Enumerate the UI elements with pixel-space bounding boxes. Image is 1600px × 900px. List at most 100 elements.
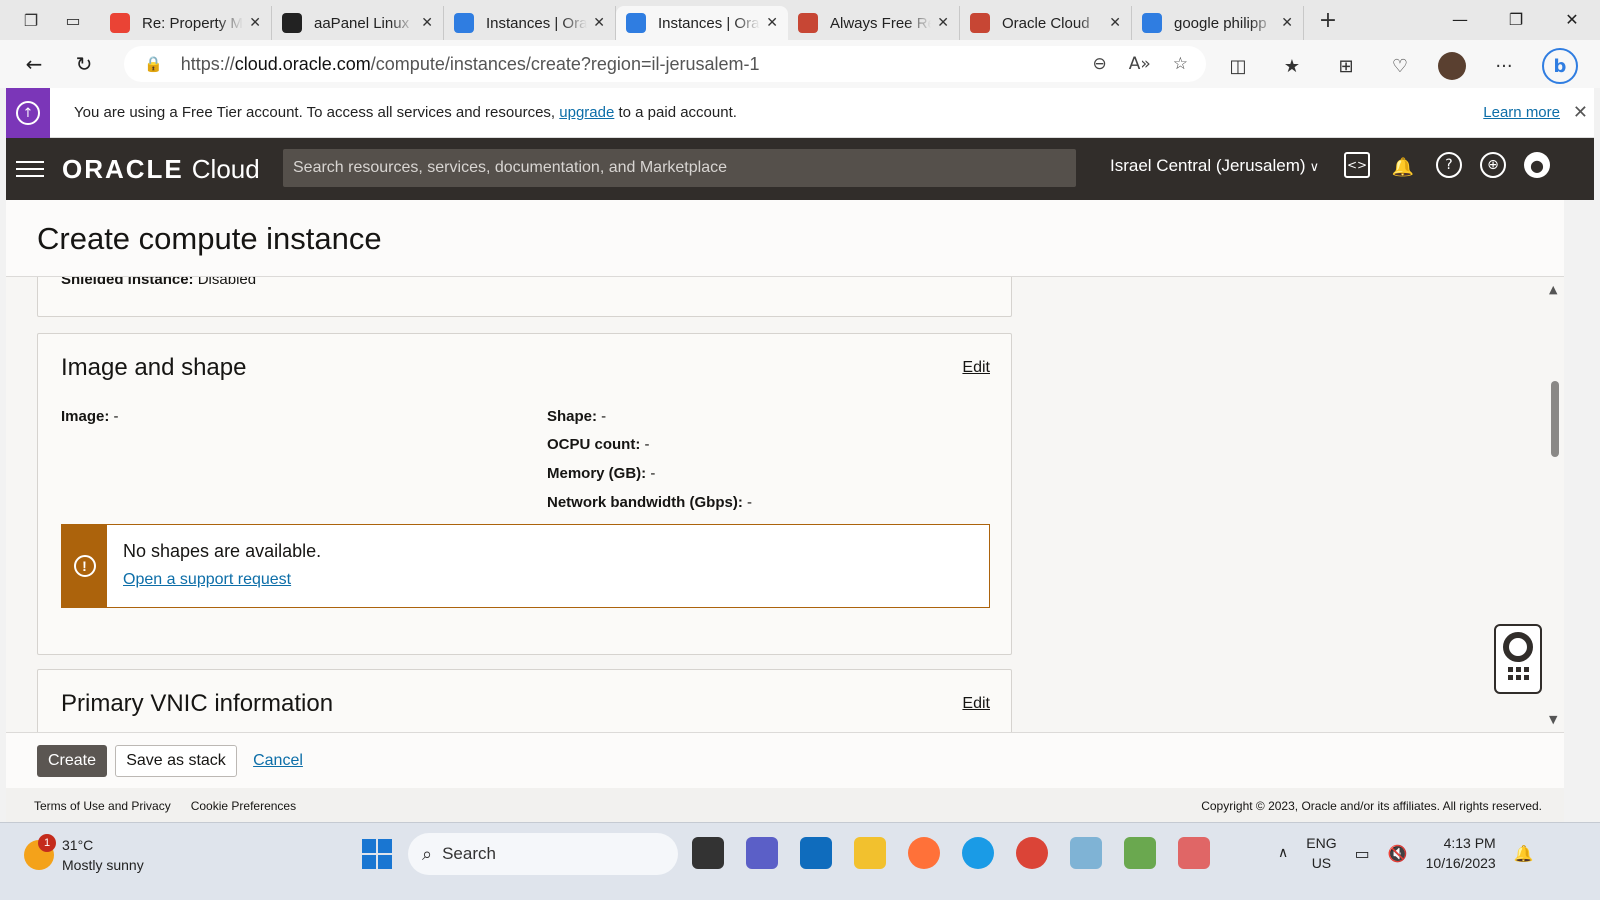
more-icon[interactable]: ··· <box>1488 50 1520 82</box>
edge-icon[interactable] <box>962 837 994 869</box>
collections-icon[interactable]: ⊞ <box>1330 50 1362 82</box>
minimize-icon[interactable]: — <box>1432 0 1488 38</box>
notification-bell-icon[interactable]: 🔔 <box>1514 844 1534 863</box>
network-icon[interactable]: ▭ <box>1355 844 1370 863</box>
refresh-icon[interactable]: ↻ <box>64 46 104 82</box>
user-profile-icon[interactable]: ● <box>1524 152 1550 178</box>
image-label: Image: <box>61 408 110 425</box>
tab-close-icon[interactable]: ✕ <box>1109 15 1121 31</box>
cancel-button[interactable]: Cancel <box>248 745 308 777</box>
file-explorer-icon[interactable] <box>854 837 886 869</box>
bell-icon[interactable]: 🔔 <box>1388 152 1418 182</box>
oracle-cloud-logo[interactable]: ORACLE Cloud <box>62 154 260 185</box>
tab-title: Always Free Re <box>830 14 932 32</box>
tab-title: aaPanel Linux <box>314 14 410 32</box>
upgrade-arrow-icon: ↑ <box>6 88 50 138</box>
help-icon[interactable]: ? <box>1436 152 1462 178</box>
favorites-icon[interactable]: ★ <box>1276 50 1308 82</box>
read-aloud-icon[interactable]: A» <box>1129 54 1151 74</box>
lang-primary: ENG <box>1306 835 1337 851</box>
save-as-stack-button[interactable]: Save as stack <box>115 745 237 777</box>
tab-close-icon[interactable]: ✕ <box>249 15 261 31</box>
chevron-up-icon[interactable]: ∧ <box>1278 845 1288 861</box>
new-tab-button[interactable]: + <box>1310 4 1346 36</box>
tab-close-icon[interactable]: ✕ <box>1281 15 1293 31</box>
tab-close-icon[interactable]: ✕ <box>593 15 605 31</box>
resource-monitor-icon[interactable] <box>1070 837 1102 869</box>
weather-temp: 31°C <box>62 837 94 853</box>
favorite-star-icon[interactable]: ☆ <box>1173 54 1188 74</box>
bt-icon <box>282 13 302 33</box>
tab-actions-icon[interactable]: ▭ <box>56 4 90 36</box>
restore-icon[interactable]: ❐ <box>1488 0 1544 38</box>
firefox-icon[interactable] <box>908 837 940 869</box>
sun-icon: 1 <box>24 834 56 870</box>
scrollbar-thumb[interactable] <box>1551 381 1559 457</box>
network-app-icon[interactable] <box>1124 837 1156 869</box>
ocpu-value: - <box>640 436 650 453</box>
edit-vnic-link[interactable]: Edit <box>962 695 990 713</box>
memory-value: - <box>646 465 656 482</box>
url-prefix: https:// <box>180 53 235 74</box>
window-controls: — ❐ ✕ <box>1432 0 1600 38</box>
split-screen-icon[interactable]: ◫ <box>1222 50 1254 82</box>
store-icon[interactable] <box>800 837 832 869</box>
globe-icon[interactable]: ⊕ <box>1480 152 1506 178</box>
tab-list: Re: Property M ✕ aaPanel Linux ✕ Instances |… <box>100 0 1304 40</box>
windows-start-icon[interactable] <box>362 839 392 869</box>
learn-more-link[interactable]: Learn more <box>1483 104 1560 121</box>
no-shapes-alert: ! No shapes are available. Open a suppor… <box>61 524 990 608</box>
scroll-up-icon[interactable]: ▲ <box>1549 283 1557 296</box>
language-indicator[interactable]: ENG US <box>1306 833 1336 873</box>
browser-tab[interactable]: Instances | Ora ✕ <box>444 6 616 40</box>
tab-close-icon[interactable]: ✕ <box>937 15 949 31</box>
browser-tab[interactable]: Instances | Ora ✕ <box>616 6 788 40</box>
performance-icon[interactable]: ♡ <box>1384 50 1416 82</box>
edit-image-shape-link[interactable]: Edit <box>962 359 990 377</box>
browser-tab[interactable]: aaPanel Linux ✕ <box>272 6 444 40</box>
volume-muted-icon[interactable]: 🔇 <box>1388 844 1408 863</box>
create-button[interactable]: Create <box>37 745 107 777</box>
weather-widget[interactable]: 1 31°C Mostly sunny <box>24 834 144 875</box>
zoom-icon[interactable]: ⊖ <box>1092 54 1106 74</box>
search-input[interactable]: Search resources, services, documentatio… <box>283 149 1076 187</box>
hamburger-menu-icon[interactable] <box>16 161 44 177</box>
tab-close-icon[interactable]: ✕ <box>766 15 778 31</box>
back-icon[interactable]: ← <box>14 46 54 82</box>
browser-tab[interactable]: Re: Property M ✕ <box>100 6 272 40</box>
task-view-icon[interactable] <box>692 837 724 869</box>
page-scrollbar[interactable]: ▲ ▼ <box>1547 277 1564 732</box>
brand-oracle: ORACLE <box>62 153 184 184</box>
document-app-icon[interactable] <box>1178 837 1210 869</box>
address-bar[interactable]: 🔒 https://cloud.oracle.com/compute/insta… <box>124 46 1206 82</box>
close-icon[interactable]: ✕ <box>1573 102 1588 123</box>
terms-link[interactable]: Terms of Use and Privacy <box>34 799 171 813</box>
page-content[interactable]: Shielded instance: Disabled Image and sh… <box>6 277 1564 732</box>
help-widget[interactable] <box>1494 624 1542 694</box>
bing-copilot-icon[interactable]: b <box>1542 48 1578 84</box>
clock[interactable]: 4:13 PM 10/16/2023 <box>1426 833 1496 873</box>
teams-chat-icon[interactable] <box>746 837 778 869</box>
profile-avatar[interactable] <box>1438 52 1466 80</box>
form-action-bar: Create Save as stack Cancel <box>6 732 1564 788</box>
cloud-shell-icon[interactable]: <> <box>1344 152 1370 178</box>
primary-vnic-card: Primary VNIC information Edit <box>37 669 1012 732</box>
open-support-request-link[interactable]: Open a support request <box>123 571 321 589</box>
tab-close-icon[interactable]: ✕ <box>421 15 433 31</box>
region-selector[interactable]: Israel Central (Jerusalem) ∨ <box>1110 156 1319 176</box>
cookie-preferences-link[interactable]: Cookie Preferences <box>191 799 296 813</box>
browser-tab[interactable]: google philipp ✕ <box>1132 6 1304 40</box>
workspaces-icon[interactable]: ❐ <box>14 4 48 36</box>
close-window-icon[interactable]: ✕ <box>1544 0 1600 38</box>
shielded-instance-row: Shielded instance: Disabled <box>61 277 256 288</box>
browser-tab[interactable]: Oracle Cloud ✕ <box>960 6 1132 40</box>
primary-vnic-heading: Primary VNIC information <box>61 690 334 717</box>
image-row: Image: - <box>61 408 119 425</box>
upgrade-link[interactable]: upgrade <box>559 104 614 121</box>
banner-text-before: You are using a Free Tier account. To ac… <box>74 104 560 121</box>
search-icon <box>1142 13 1162 33</box>
chrome-icon[interactable] <box>1016 837 1048 869</box>
browser-tab[interactable]: Always Free Re ✕ <box>788 6 960 40</box>
scroll-down-icon[interactable]: ▼ <box>1549 713 1557 726</box>
taskbar-search[interactable]: ⌕ Search <box>408 833 678 875</box>
